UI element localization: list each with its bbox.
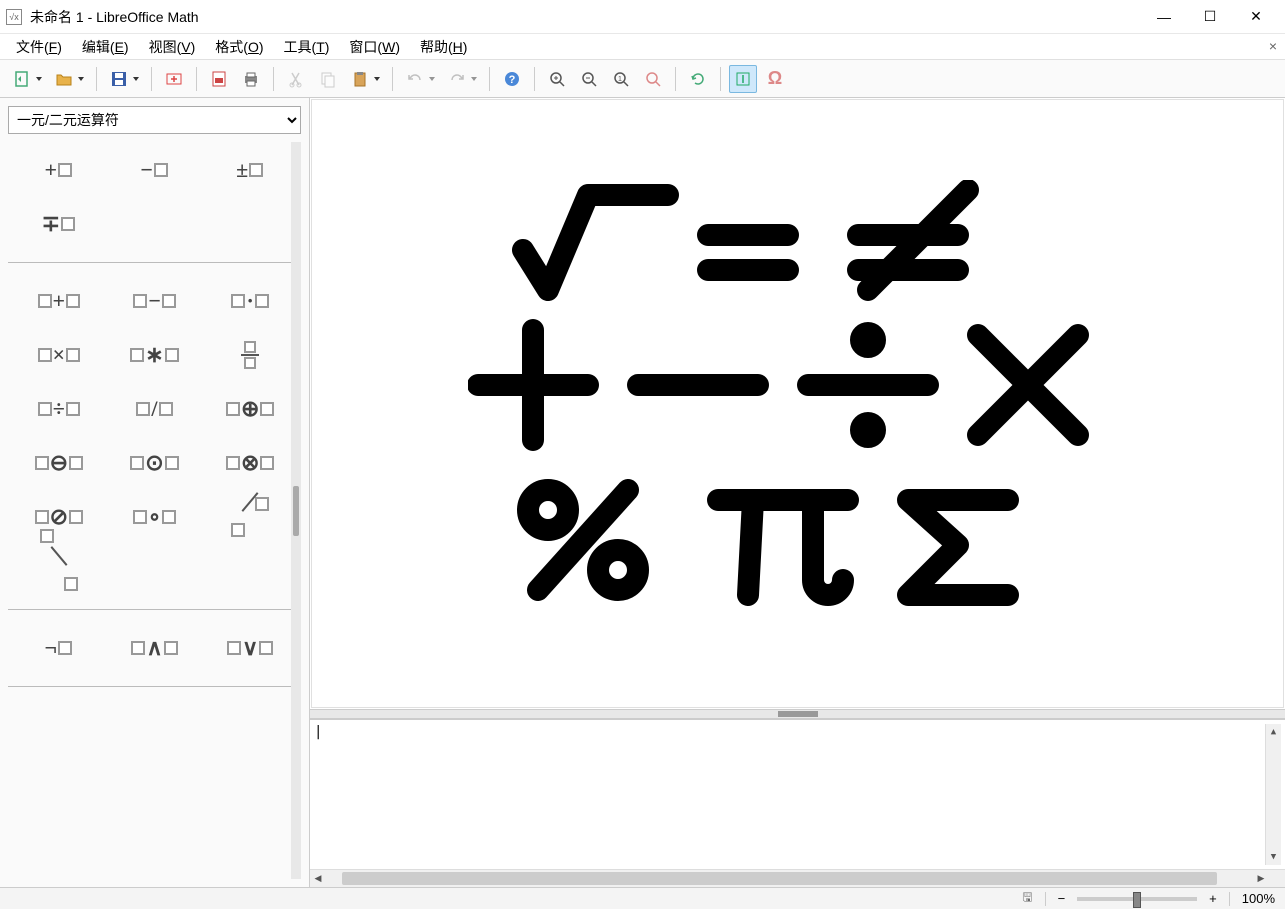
zoom-slider[interactable] — [1077, 897, 1197, 901]
svg-text:?: ? — [509, 74, 516, 86]
zoom-100-button[interactable]: 1 — [607, 65, 635, 93]
cut-button[interactable] — [282, 65, 310, 93]
zoom-level[interactable]: 100% — [1242, 891, 1275, 906]
refresh-button[interactable] — [684, 65, 712, 93]
zoom-fit-button[interactable] — [639, 65, 667, 93]
elem-slash[interactable]: / — [108, 387, 202, 431]
menu-window[interactable]: 窗口(W) — [339, 34, 410, 60]
print-button[interactable] — [237, 65, 265, 93]
zoom-in-button[interactable] — [543, 65, 571, 93]
restore-button[interactable]: ☐ — [1187, 2, 1233, 32]
new-doc-button[interactable] — [8, 65, 36, 93]
elements-sidebar: 一元/二元运算符 + − ± ∓ + − · × ∗ ÷ / ⊕ ⊖ ⊙ — [0, 98, 310, 887]
elem-plus-unary[interactable]: + — [12, 148, 106, 192]
zoom-plus[interactable]: + — [1209, 891, 1217, 906]
app-icon: √x — [6, 9, 22, 25]
zoom-out-button[interactable] — [575, 65, 603, 93]
toolbar: ? 1 Ω — [0, 60, 1285, 98]
redo-button[interactable] — [443, 65, 471, 93]
elem-otimes[interactable]: ⊗ — [203, 441, 297, 485]
command-pane-container: | ▲▼ — [310, 719, 1285, 869]
export-button[interactable] — [160, 65, 188, 93]
menu-file[interactable]: 文件(F) — [6, 34, 72, 60]
elem-neg[interactable]: ¬ — [12, 626, 106, 670]
main-area: | ▲▼ ◀ ▶ — [310, 98, 1285, 887]
elem-widebslash[interactable] — [12, 549, 106, 593]
elem-minus-unary[interactable]: − — [108, 148, 202, 192]
menu-bar: 文件(F) 编辑(E) 视图(V) 格式(O) 工具(T) 窗口(W) 帮助(H… — [0, 34, 1285, 60]
window-title: 未命名 1 - LibreOffice Math — [30, 7, 1141, 27]
save-indicator-icon[interactable]: 🖫 — [1022, 888, 1032, 909]
elem-minusplus[interactable]: ∓ — [12, 202, 106, 246]
elem-oplus[interactable]: ⊕ — [203, 387, 297, 431]
elem-plusminus[interactable]: ± — [203, 148, 297, 192]
elem-or[interactable]: ∨ — [203, 626, 297, 670]
menu-view[interactable]: 视图(V) — [139, 34, 206, 60]
elem-div[interactable]: ÷ — [12, 387, 106, 431]
title-bar: √x 未命名 1 - LibreOffice Math — ☐ ✕ — [0, 0, 1285, 34]
elem-ominus[interactable]: ⊖ — [12, 441, 106, 485]
elem-plus[interactable]: + — [12, 279, 106, 323]
menu-tools[interactable]: 工具(T) — [274, 34, 340, 60]
export-pdf-button[interactable] — [205, 65, 233, 93]
open-button[interactable] — [50, 65, 78, 93]
elem-odot[interactable]: ⊙ — [108, 441, 202, 485]
command-vscroll[interactable]: ▲▼ — [1265, 724, 1281, 865]
pane-splitter[interactable] — [310, 709, 1285, 719]
category-select[interactable]: 一元/二元运算符 — [8, 106, 301, 134]
close-doc-button[interactable]: × — [1269, 38, 1277, 54]
menu-edit[interactable]: 编辑(E) — [72, 34, 139, 60]
help-button[interactable]: ? — [498, 65, 526, 93]
status-bar: 🖫 − + 100% — [0, 887, 1285, 909]
elem-and[interactable]: ∧ — [108, 626, 202, 670]
elem-ast[interactable]: ∗ — [108, 333, 202, 377]
svg-text:1: 1 — [618, 76, 622, 83]
undo-button[interactable] — [401, 65, 429, 93]
menu-help[interactable]: 帮助(H) — [410, 34, 477, 60]
symbols-button[interactable]: Ω — [761, 65, 789, 93]
formula-graphic — [468, 180, 1128, 620]
close-window-button[interactable]: ✕ — [1233, 2, 1279, 32]
horizontal-scrollbar[interactable]: ◀ ▶ — [310, 869, 1285, 887]
command-input[interactable]: | — [314, 724, 1265, 865]
formula-canvas[interactable] — [311, 99, 1284, 708]
elem-circ[interactable]: ∘ — [108, 495, 202, 539]
formula-cursor-button[interactable] — [729, 65, 757, 93]
paste-button[interactable] — [346, 65, 374, 93]
elem-wideslash[interactable] — [203, 495, 297, 539]
elem-frac[interactable] — [203, 333, 297, 377]
minimize-button[interactable]: — — [1141, 2, 1187, 32]
elem-oslash[interactable]: ⊘ — [12, 495, 106, 539]
menu-format[interactable]: 格式(O) — [205, 34, 273, 60]
elem-cdot[interactable]: · — [203, 279, 297, 323]
sidebar-scrollbar[interactable] — [291, 142, 301, 879]
zoom-minus[interactable]: − — [1058, 891, 1066, 906]
elem-minus[interactable]: − — [108, 279, 202, 323]
save-button[interactable] — [105, 65, 133, 93]
elem-times[interactable]: × — [12, 333, 106, 377]
copy-button[interactable] — [314, 65, 342, 93]
